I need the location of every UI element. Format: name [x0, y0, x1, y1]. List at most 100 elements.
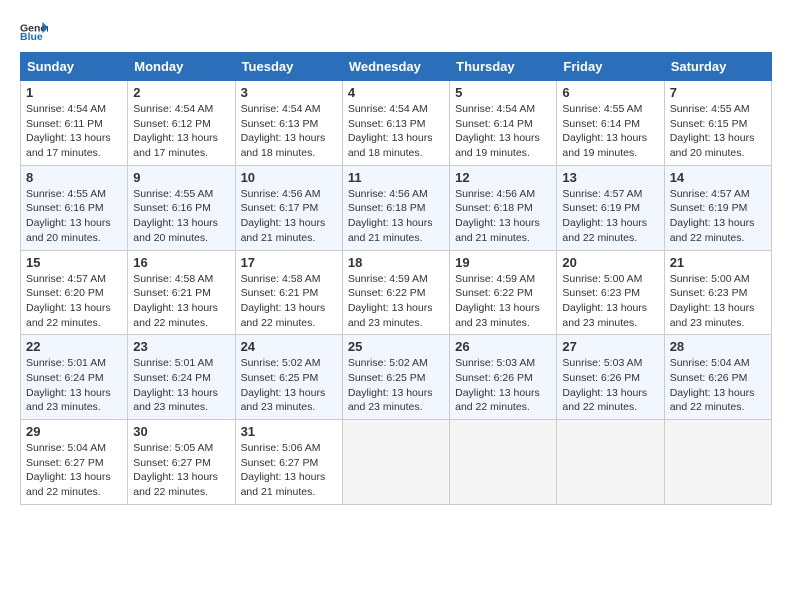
calendar-day-cell: 23 Sunrise: 5:01 AMSunset: 6:24 PMDayligh… [128, 335, 235, 420]
calendar-day-cell: 8 Sunrise: 4:55 AMSunset: 6:16 PMDaylight… [21, 165, 128, 250]
day-number: 17 [241, 255, 337, 270]
day-number: 28 [670, 339, 766, 354]
calendar-day-cell: 5 Sunrise: 4:54 AMSunset: 6:14 PMDaylight… [450, 81, 557, 166]
day-number: 29 [26, 424, 122, 439]
day-number: 27 [562, 339, 658, 354]
day-number: 23 [133, 339, 229, 354]
logo: General Blue [20, 20, 48, 42]
page-header: General Blue [20, 20, 772, 42]
day-info: Sunrise: 5:01 AMSunset: 6:24 PMDaylight:… [133, 356, 229, 415]
day-number: 18 [348, 255, 444, 270]
day-info: Sunrise: 4:57 AMSunset: 6:19 PMDaylight:… [562, 187, 658, 246]
day-info: Sunrise: 4:54 AMSunset: 6:14 PMDaylight:… [455, 102, 551, 161]
calendar-day-cell: 13 Sunrise: 4:57 AMSunset: 6:19 PMDayligh… [557, 165, 664, 250]
day-number: 7 [670, 85, 766, 100]
calendar-day-cell: 26Sunrise: 5:03 AMSunset: 6:26 PMDayligh… [450, 335, 557, 420]
day-info: Sunrise: 5:03 AMSunset: 6:26 PMDaylight:… [562, 356, 658, 415]
calendar-day-cell [450, 420, 557, 505]
header-row: SundayMondayTuesdayWednesdayThursdayFrid… [21, 53, 772, 81]
day-info: Sunrise: 4:56 AMSunset: 6:17 PMDaylight:… [241, 187, 337, 246]
weekday-header: Monday [128, 53, 235, 81]
calendar-day-cell: 6 Sunrise: 4:55 AMSunset: 6:14 PMDaylight… [557, 81, 664, 166]
day-info: Sunrise: 5:01 AMSunset: 6:24 PMDaylight:… [26, 356, 122, 415]
calendar-day-cell: 3 Sunrise: 4:54 AMSunset: 6:13 PMDaylight… [235, 81, 342, 166]
calendar-day-cell: 16 Sunrise: 4:58 AMSunset: 6:21 PMDayligh… [128, 250, 235, 335]
weekday-header: Saturday [664, 53, 771, 81]
calendar-day-cell: 4 Sunrise: 4:54 AMSunset: 6:13 PMDaylight… [342, 81, 449, 166]
weekday-header: Friday [557, 53, 664, 81]
calendar-day-cell: 25 Sunrise: 5:02 AMSunset: 6:25 PMDayligh… [342, 335, 449, 420]
day-info: Sunrise: 4:55 AMSunset: 6:15 PMDaylight:… [670, 102, 766, 161]
day-info: Sunrise: 5:04 AMSunset: 6:27 PMDaylight:… [26, 441, 122, 500]
day-info: Sunrise: 4:59 AMSunset: 6:22 PMDaylight:… [348, 272, 444, 331]
day-number: 11 [348, 170, 444, 185]
day-info: Sunrise: 4:59 AMSunset: 6:22 PMDaylight:… [455, 272, 551, 331]
day-info: Sunrise: 5:02 AMSunset: 6:25 PMDaylight:… [348, 356, 444, 415]
day-info: Sunrise: 4:57 AMSunset: 6:20 PMDaylight:… [26, 272, 122, 331]
weekday-header: Tuesday [235, 53, 342, 81]
calendar-table: SundayMondayTuesdayWednesdayThursdayFrid… [20, 52, 772, 505]
calendar-week-row: 15 Sunrise: 4:57 AMSunset: 6:20 PMDayligh… [21, 250, 772, 335]
calendar-day-cell: 20 Sunrise: 5:00 AMSunset: 6:23 PMDayligh… [557, 250, 664, 335]
calendar-day-cell: 24 Sunrise: 5:02 AMSunset: 6:25 PMDayligh… [235, 335, 342, 420]
calendar-day-cell: 27 Sunrise: 5:03 AMSunset: 6:26 PMDayligh… [557, 335, 664, 420]
calendar-day-cell [342, 420, 449, 505]
day-info: Sunrise: 5:02 AMSunset: 6:25 PMDaylight:… [241, 356, 337, 415]
day-number: 22 [26, 339, 122, 354]
day-number: 19 [455, 255, 551, 270]
day-info: Sunrise: 4:56 AMSunset: 6:18 PMDaylight:… [348, 187, 444, 246]
day-number: 5 [455, 85, 551, 100]
calendar-day-cell: 2Sunrise: 4:54 AMSunset: 6:12 PMDaylight… [128, 81, 235, 166]
day-number: 31 [241, 424, 337, 439]
day-number: 20 [562, 255, 658, 270]
day-number: 14 [670, 170, 766, 185]
day-info: Sunrise: 4:55 AMSunset: 6:16 PMDaylight:… [133, 187, 229, 246]
day-number: 15 [26, 255, 122, 270]
day-info: Sunrise: 5:04 AMSunset: 6:26 PMDaylight:… [670, 356, 766, 415]
calendar-day-cell: 19 Sunrise: 4:59 AMSunset: 6:22 PMDayligh… [450, 250, 557, 335]
weekday-header: Wednesday [342, 53, 449, 81]
calendar-day-cell: 30 Sunrise: 5:05 AMSunset: 6:27 PMDayligh… [128, 420, 235, 505]
day-number: 8 [26, 170, 122, 185]
day-number: 3 [241, 85, 337, 100]
calendar-day-cell: 17 Sunrise: 4:58 AMSunset: 6:21 PMDayligh… [235, 250, 342, 335]
day-info: Sunrise: 4:56 AMSunset: 6:18 PMDaylight:… [455, 187, 551, 246]
day-info: Sunrise: 4:55 AMSunset: 6:14 PMDaylight:… [562, 102, 658, 161]
day-number: 25 [348, 339, 444, 354]
day-info: Sunrise: 5:00 AMSunset: 6:23 PMDaylight:… [562, 272, 658, 331]
calendar-day-cell: 15 Sunrise: 4:57 AMSunset: 6:20 PMDayligh… [21, 250, 128, 335]
day-number: 30 [133, 424, 229, 439]
day-info: Sunrise: 4:58 AMSunset: 6:21 PMDaylight:… [133, 272, 229, 331]
calendar-day-cell: 31Sunrise: 5:06 AMSunset: 6:27 PMDayligh… [235, 420, 342, 505]
calendar-day-cell: 9 Sunrise: 4:55 AMSunset: 6:16 PMDaylight… [128, 165, 235, 250]
day-info: Sunrise: 4:54 AMSunset: 6:13 PMDaylight:… [348, 102, 444, 161]
day-number: 4 [348, 85, 444, 100]
day-number: 21 [670, 255, 766, 270]
calendar-day-cell [664, 420, 771, 505]
calendar-week-row: 8 Sunrise: 4:55 AMSunset: 6:16 PMDaylight… [21, 165, 772, 250]
day-info: Sunrise: 5:00 AMSunset: 6:23 PMDaylight:… [670, 272, 766, 331]
day-number: 24 [241, 339, 337, 354]
calendar-day-cell: 7 Sunrise: 4:55 AMSunset: 6:15 PMDaylight… [664, 81, 771, 166]
calendar-day-cell: 10 Sunrise: 4:56 AMSunset: 6:17 PMDayligh… [235, 165, 342, 250]
day-number: 10 [241, 170, 337, 185]
day-info: Sunrise: 4:58 AMSunset: 6:21 PMDaylight:… [241, 272, 337, 331]
day-info: Sunrise: 5:05 AMSunset: 6:27 PMDaylight:… [133, 441, 229, 500]
calendar-day-cell: 1 Sunrise: 4:54 AMSunset: 6:11 PMDaylight… [21, 81, 128, 166]
calendar-day-cell: 14Sunrise: 4:57 AMSunset: 6:19 PMDayligh… [664, 165, 771, 250]
svg-text:Blue: Blue [20, 31, 43, 42]
day-number: 9 [133, 170, 229, 185]
calendar-day-cell: 12Sunrise: 4:56 AMSunset: 6:18 PMDayligh… [450, 165, 557, 250]
day-number: 16 [133, 255, 229, 270]
calendar-week-row: 29 Sunrise: 5:04 AMSunset: 6:27 PMDayligh… [21, 420, 772, 505]
day-number: 13 [562, 170, 658, 185]
calendar-day-cell: 11 Sunrise: 4:56 AMSunset: 6:18 PMDayligh… [342, 165, 449, 250]
day-number: 1 [26, 85, 122, 100]
calendar-day-cell [557, 420, 664, 505]
day-number: 6 [562, 85, 658, 100]
day-info: Sunrise: 4:54 AMSunset: 6:11 PMDaylight:… [26, 102, 122, 161]
logo-icon: General Blue [20, 20, 48, 42]
day-info: Sunrise: 4:55 AMSunset: 6:16 PMDaylight:… [26, 187, 122, 246]
day-info: Sunrise: 4:54 AMSunset: 6:12 PMDaylight:… [133, 102, 229, 161]
day-info: Sunrise: 4:54 AMSunset: 6:13 PMDaylight:… [241, 102, 337, 161]
